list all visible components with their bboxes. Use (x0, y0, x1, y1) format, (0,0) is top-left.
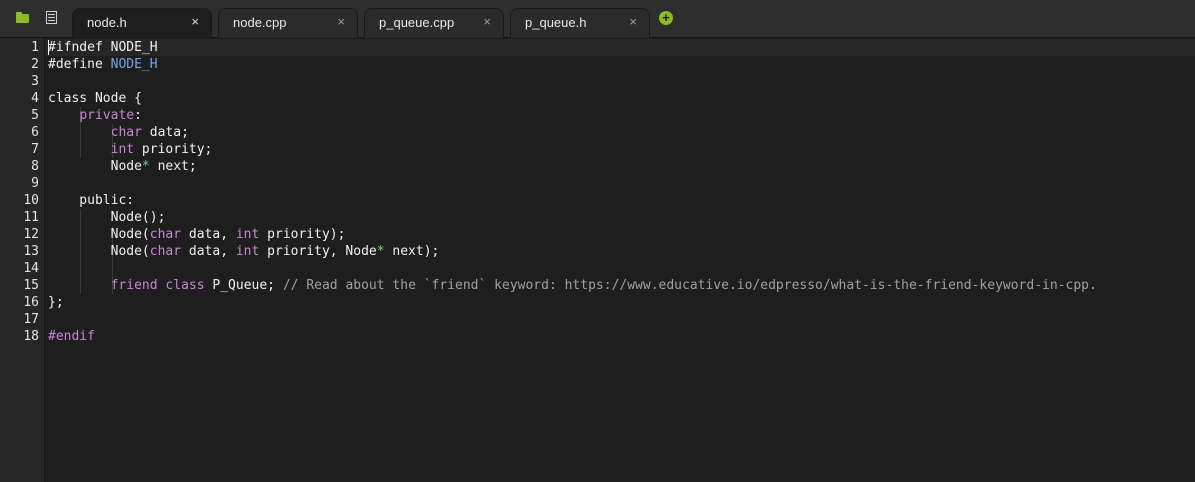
tab-node-cpp[interactable]: node.cpp × (218, 8, 358, 38)
code-line: Node(char data, int priority); (48, 226, 346, 243)
code-line: #ifndef NODE_H (48, 39, 158, 56)
code-line: Node(char data, int priority, Node* next… (48, 243, 440, 260)
line-number: 5 (31, 108, 39, 123)
line-number: 10 (23, 193, 39, 208)
code-token: public: (48, 193, 135, 208)
code-line: class Node { (48, 90, 142, 107)
add-tab-icon[interactable]: + (659, 11, 673, 25)
code-token: char (110, 125, 142, 140)
line-number: 11 (23, 210, 39, 225)
code-line: }; (48, 294, 64, 311)
code-token: P_Queue; (204, 278, 283, 293)
code-token: class Node { (48, 91, 142, 106)
line-number: 13 (23, 244, 39, 259)
tab-bar: node.h × node.cpp × p_queue.cpp × p_queu… (0, 0, 1195, 39)
code-token: priority; (134, 142, 213, 157)
close-icon[interactable]: × (629, 14, 637, 29)
line-number: 18 (23, 329, 39, 344)
code-token: next; (149, 159, 197, 174)
code-token: data, (181, 227, 236, 242)
line-number: 14 (23, 261, 39, 276)
code-line: public: (48, 192, 134, 209)
code-editor[interactable]: #ifndef NODE_H #define NODE_H class Node {… (45, 38, 1195, 482)
tab-label: node.cpp (233, 15, 287, 30)
line-number-gutter: 1 2 3 4 5 6 7 8 9 10 11 12 13 14 15 16 17 18 (0, 38, 45, 482)
current-line-highlight (45, 39, 1195, 56)
line-number: 16 (23, 295, 39, 310)
line-number: 9 (31, 176, 39, 191)
code-token: }; (48, 295, 64, 310)
code-token: Node( (48, 244, 150, 259)
code-token: #define (48, 57, 111, 72)
file-list-icon[interactable] (44, 10, 60, 26)
code-line: #define NODE_H (48, 56, 158, 73)
code-line: Node(); (48, 209, 166, 226)
code-line: #endif (48, 328, 95, 345)
line-number: 15 (23, 278, 39, 293)
code-token: char (149, 244, 182, 259)
tab-node-h[interactable]: node.h × (72, 8, 212, 39)
code-token: // Read about the `friend` keyword: http… (282, 278, 1097, 293)
code-token: data, (181, 244, 236, 259)
code-token: data; (141, 125, 189, 140)
line-number: 7 (31, 142, 39, 157)
line-number: 17 (23, 312, 39, 327)
code-token: priority); (259, 227, 346, 242)
code-line: friend class P_Queue; // Read about the … (48, 277, 1097, 294)
code-token: int (235, 227, 260, 242)
code-line: int priority; (48, 141, 213, 158)
line-number: 3 (31, 74, 39, 89)
line-number: 1 (31, 40, 39, 55)
close-icon[interactable]: × (337, 14, 345, 29)
code-token: Node( (48, 227, 150, 242)
code-token: priority, Node (259, 244, 377, 259)
code-token: next); (384, 244, 440, 259)
code-token: * (376, 244, 385, 259)
line-number: 4 (31, 91, 39, 106)
tab-p-queue-h[interactable]: p_queue.h × (510, 8, 650, 38)
code-token: Node(); (48, 210, 166, 225)
code-token: char (149, 227, 182, 242)
code-token: class (165, 278, 205, 293)
code-line: char data; (48, 124, 189, 141)
tab-label: node.h (87, 15, 127, 30)
tab-label: p_queue.cpp (379, 15, 455, 30)
code-token: #ifndef NODE_H (48, 40, 158, 55)
code-line: Node* next; (48, 158, 197, 175)
line-number: 6 (31, 125, 39, 140)
code-token: * (141, 159, 150, 174)
code-line: private: (48, 107, 142, 124)
code-token: Node (48, 159, 142, 174)
code-token: private (79, 108, 135, 123)
tab-label: p_queue.h (525, 15, 587, 30)
close-icon[interactable]: × (191, 14, 199, 29)
line-number: 12 (23, 227, 39, 242)
tab-p-queue-cpp[interactable]: p_queue.cpp × (364, 8, 504, 38)
code-token: int (235, 244, 260, 259)
code-token: int (110, 142, 135, 157)
code-token: NODE_H (110, 57, 158, 72)
code-token: : (134, 108, 142, 123)
code-token: friend (110, 278, 158, 293)
close-icon[interactable]: × (483, 14, 491, 29)
line-number: 8 (31, 159, 39, 174)
line-number: 2 (31, 57, 39, 72)
folder-icon[interactable] (15, 10, 31, 26)
code-token: #endif (48, 329, 95, 344)
